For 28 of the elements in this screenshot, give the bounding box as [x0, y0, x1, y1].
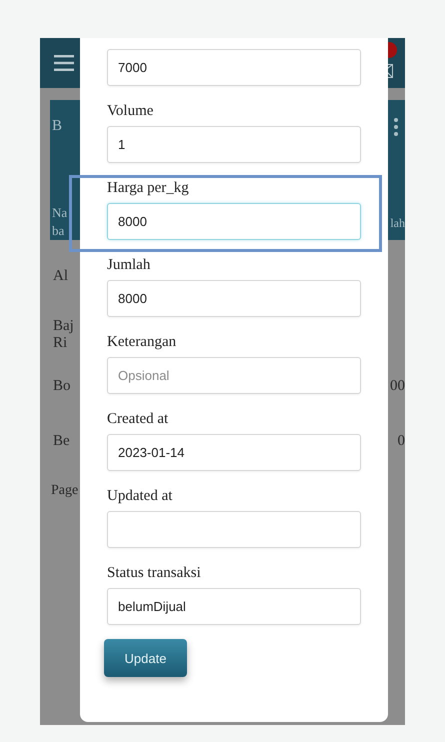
table-cell: 0	[398, 433, 405, 450]
field-label: Keterangan	[107, 333, 178, 351]
table-cell: Bo	[53, 378, 71, 395]
input-field[interactable]: 2023-01-14	[107, 434, 361, 471]
input-field[interactable]: 8000	[107, 280, 361, 317]
table-cell: 00	[390, 378, 405, 395]
table-cell: Be	[53, 433, 70, 450]
pagination-label: Page	[51, 483, 78, 499]
more-icon[interactable]	[394, 118, 398, 136]
field-label: Volume	[107, 102, 154, 120]
input-field[interactable]: Opsional	[107, 357, 361, 394]
field-label: Jumlah	[107, 256, 152, 274]
input-field[interactable]: belumDijual	[107, 588, 361, 625]
field-label: Harga per_kg	[107, 179, 190, 197]
input-field[interactable]: 1	[107, 126, 361, 163]
card-title: B	[52, 118, 62, 135]
field-label: Updated at	[107, 487, 174, 505]
input-field[interactable]	[107, 511, 361, 548]
input-field[interactable]: 7000	[107, 49, 361, 86]
field-label: Status transaksi	[107, 564, 202, 582]
field-label: Created at	[107, 410, 170, 428]
input-field[interactable]: 8000	[107, 203, 361, 240]
table-cell: Baj Ri	[53, 318, 74, 352]
menu-icon[interactable]	[54, 55, 74, 71]
column-header: lah	[390, 216, 405, 231]
column-header: Na ba	[52, 204, 68, 240]
table-cell: Al	[53, 268, 68, 285]
update-button[interactable]: Update	[104, 639, 187, 677]
